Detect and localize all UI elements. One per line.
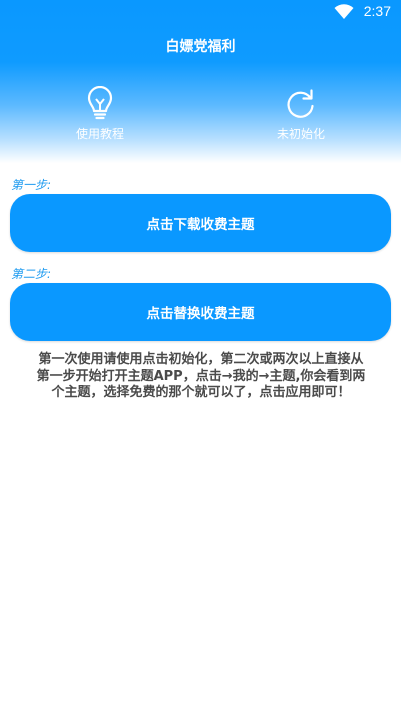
nav-initialize-label: 未初始化 [276,127,325,141]
refresh-icon [287,89,314,118]
nav-tutorial-label: 使用教程 [75,127,124,141]
instructions-line: 第一步开始打开主题APP，点击→我的→主题,你会看到两 [36,368,366,384]
status-time: 2:37 [363,3,391,19]
instructions-line: 个主题，选择免费的那个就可以了，点击应用即可！ [51,385,351,400]
status-bar: 2:37 [0,0,401,24]
app-title: 白嫖党福利 [165,39,236,55]
download-theme-button[interactable]: 点击下载收费主题 [10,194,391,252]
instructions-text: 第一次使用请使用点击初始化，第二次或两次以上直接从 第一步开始打开主题APP，点… [22,352,380,402]
instructions-line: 第一次使用请使用点击初始化，第二次或两次以上直接从 [38,352,364,367]
replace-theme-button[interactable]: 点击替换收费主题 [10,283,391,341]
lightbulb-icon [87,86,113,120]
nav-initialize[interactable]: 未初始化 [256,86,346,142]
step-1-label: 第一步: [11,178,52,192]
nav-tutorial[interactable]: 使用教程 [55,86,145,142]
wifi-icon [334,4,354,19]
step-2-label: 第二步: [11,267,52,281]
header: 2:37 白嫖党福利 使用教程 未初始化 [0,0,401,163]
